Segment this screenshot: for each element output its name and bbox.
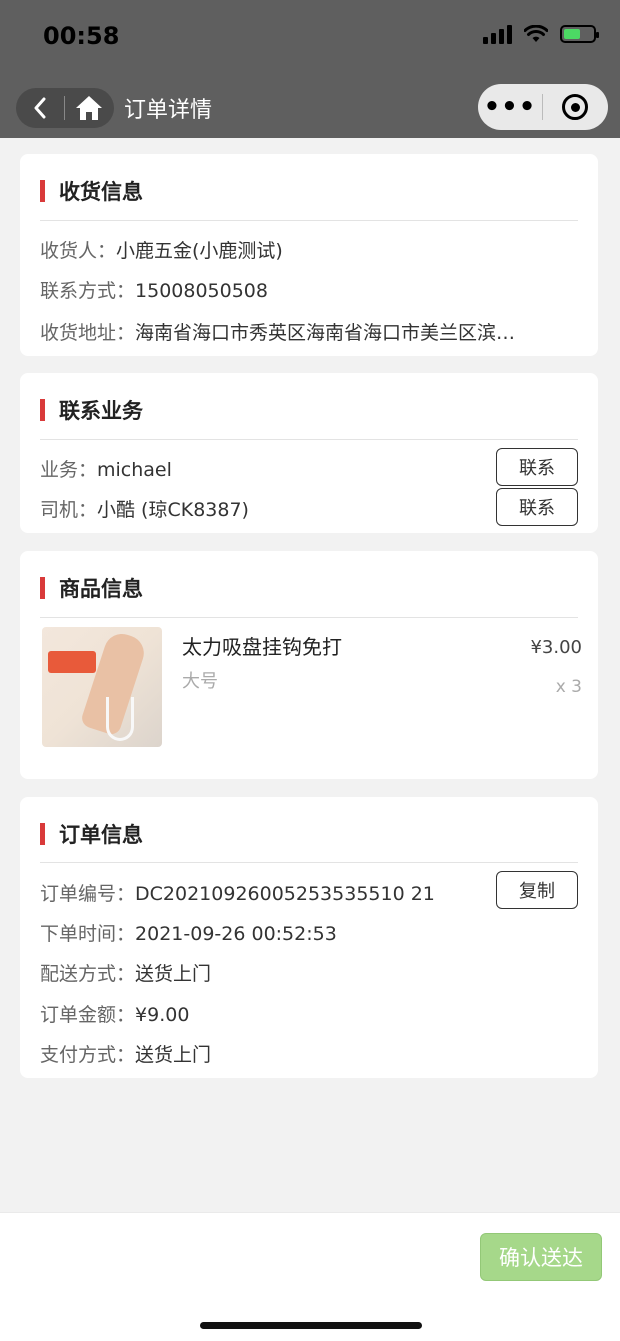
card-header: 商品信息 [40, 573, 143, 603]
order-time-row: 下单时间：2021-09-26 00:52:53 [40, 919, 337, 946]
home-button[interactable] [65, 88, 113, 128]
receiver-address-value: 海南省海口市秀英区海南省海口市美兰区滨… [135, 322, 516, 344]
order-amount-value: ¥9.00 [135, 1004, 190, 1026]
contact-card: 联系业务 业务：michael 联系 司机：小酷 (琼CK8387) 联系 [20, 373, 598, 533]
sales-row: 业务：michael [40, 455, 172, 482]
order-number-value: DC20210926005253535510 21 [135, 883, 435, 905]
driver-label: 司机： [40, 499, 98, 521]
product-card: 商品信息 太力吸盘挂钩免打 大号 ¥3.00 x 3 [20, 551, 598, 779]
order-time-label: 下单时间： [40, 923, 136, 945]
order-card: 订单信息 订单编号：DC20210926005253535510 21 复制 下… [20, 797, 598, 1078]
card-header: 收货信息 [40, 176, 143, 206]
home-icon [76, 96, 102, 120]
section-marker [40, 577, 45, 599]
driver-row: 司机：小酷 (琼CK8387) [40, 495, 249, 522]
order-time-value: 2021-09-26 00:52:53 [135, 923, 337, 945]
receiver-title: 收货信息 [59, 180, 143, 204]
status-time: 00:58 [43, 22, 120, 50]
card-header: 订单信息 [40, 819, 143, 849]
driver-value: 小酷 (琼CK8387) [97, 499, 249, 521]
card-header: 联系业务 [40, 395, 143, 425]
order-number-row: 订单编号：DC20210926005253535510 21 [40, 879, 435, 906]
product-image[interactable] [42, 627, 162, 747]
product-price: ¥3.00 [530, 637, 582, 658]
status-icons [483, 24, 599, 44]
receiver-address-label: 收货地址： [40, 322, 136, 344]
battery-icon [560, 25, 599, 43]
divider [40, 220, 578, 221]
sales-value: michael [97, 459, 172, 481]
signal-icon [483, 24, 512, 44]
wifi-icon [524, 25, 548, 42]
receiver-phone-row: 联系方式：15008050508 [40, 276, 268, 303]
more-button[interactable]: ••• [478, 92, 542, 122]
sales-label: 业务： [40, 459, 98, 481]
top-bar: 00:58 订单详情 ••• [0, 0, 620, 138]
close-miniprogram-button[interactable] [543, 94, 607, 120]
receiver-card: 收货信息 收货人：小鹿五金(小鹿测试) 联系方式：15008050508 收货地… [20, 154, 598, 356]
divider [40, 862, 578, 863]
order-amount-label: 订单金额： [40, 1004, 136, 1026]
order-title: 订单信息 [59, 823, 143, 847]
nav-capsule [16, 88, 114, 128]
divider [40, 439, 578, 440]
order-amount-row: 订单金额：¥9.00 [40, 1000, 189, 1027]
delivery-method-value: 送货上门 [135, 963, 212, 985]
receiver-address-row: 收货地址：海南省海口市秀英区海南省海口市美兰区滨… [40, 318, 568, 345]
receiver-name-row: 收货人：小鹿五金(小鹿测试) [40, 236, 283, 263]
target-icon [562, 94, 588, 120]
back-button[interactable] [16, 88, 64, 128]
section-marker [40, 823, 45, 845]
delivery-method-row: 配送方式：送货上门 [40, 959, 211, 986]
miniprogram-capsule: ••• [478, 84, 608, 130]
section-marker [40, 180, 45, 202]
receiver-name-label: 收货人： [40, 240, 117, 262]
contact-title: 联系业务 [59, 399, 143, 423]
confirm-delivery-button[interactable]: 确认送达 [480, 1233, 602, 1281]
payment-method-row: 支付方式：送货上门 [40, 1040, 211, 1067]
payment-method-value: 送货上门 [135, 1044, 212, 1066]
product-name: 太力吸盘挂钩免打 [182, 635, 342, 659]
contact-driver-button[interactable]: 联系 [496, 488, 578, 526]
page-title: 订单详情 [124, 98, 213, 123]
product-spec: 大号 [182, 671, 218, 692]
delivery-method-label: 配送方式： [40, 963, 136, 985]
home-indicator [200, 1322, 422, 1329]
payment-method-label: 支付方式： [40, 1044, 136, 1066]
contact-sales-button[interactable]: 联系 [496, 448, 578, 486]
receiver-name-value: 小鹿五金(小鹿测试) [116, 240, 283, 262]
receiver-phone-label: 联系方式： [40, 280, 136, 302]
section-marker [40, 399, 45, 421]
bottom-action-bar: 确认送达 [0, 1212, 620, 1341]
product-title: 商品信息 [59, 577, 143, 601]
chevron-left-icon [34, 97, 46, 119]
divider [40, 617, 578, 618]
product-quantity: x 3 [555, 677, 582, 697]
receiver-phone-value: 15008050508 [135, 280, 268, 302]
order-number-label: 订单编号： [40, 883, 136, 905]
copy-order-button[interactable]: 复制 [496, 871, 578, 909]
